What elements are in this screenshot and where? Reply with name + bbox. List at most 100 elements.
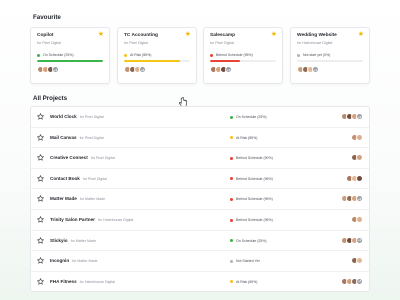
table-row[interactable]: Contact Book for Pixel Digital Behind Sche… xyxy=(31,169,369,190)
project-name-label: Incognin xyxy=(50,258,70,264)
avatar-group xyxy=(346,174,363,182)
status-dot xyxy=(297,53,300,57)
favourite-card[interactable]: Wedding Website for Hatchhouse Digital ★… xyxy=(290,27,370,84)
project-name[interactable]: Matter Made for Matter Made xyxy=(50,196,105,201)
progress-bar xyxy=(210,60,276,62)
project-name-label: Creative Connect xyxy=(50,155,88,161)
project-name[interactable]: FHA Fitness for Hatchhouse Digital xyxy=(50,279,115,284)
all-projects-title: All Projects xyxy=(33,95,68,102)
status-dot xyxy=(230,259,233,263)
table-row[interactable]: FHA Fitness for Hatchhouse Digital At Risk… xyxy=(31,272,369,293)
star-filled-icon[interactable]: ★ xyxy=(271,31,277,38)
avatar-group xyxy=(351,216,363,223)
project-name[interactable]: Stickyio for Matter Made xyxy=(50,238,96,243)
card-status: At Risk (85%) xyxy=(124,53,151,57)
star-filled-icon[interactable]: ★ xyxy=(98,31,104,38)
avatar xyxy=(356,174,363,182)
star-filled-icon[interactable]: ★ xyxy=(185,31,191,38)
card-project-name: Salescamp xyxy=(210,33,236,38)
more-members-badge[interactable]: +3 xyxy=(225,66,232,73)
table-row[interactable]: Creative Connect for Pixel Digital Behind … xyxy=(31,148,369,169)
star-outline-icon[interactable] xyxy=(37,278,44,285)
progress-fill xyxy=(124,60,181,62)
more-members-badge[interactable]: +3 xyxy=(52,66,59,73)
row-status-label: On Schedule (25%) xyxy=(236,238,267,243)
project-name[interactable]: Mail Canvas for Pixel Digital xyxy=(50,135,104,140)
card-status-label: Not start yet (0%) xyxy=(303,53,331,57)
avatar-group: +3 xyxy=(37,66,59,73)
row-status-label: At Risk (65%) xyxy=(236,279,258,284)
row-status: Behind Schedule (90%) xyxy=(230,156,273,160)
progress-bar xyxy=(124,60,190,62)
card-status-label: On Schedule (25%) xyxy=(43,53,74,57)
project-name[interactable]: World Clock for Pixel Digital xyxy=(50,114,104,119)
status-dot xyxy=(230,136,233,140)
avatar-group xyxy=(351,154,363,162)
avatar-group: +3 xyxy=(210,66,232,73)
star-outline-icon[interactable] xyxy=(37,154,44,161)
card-client-name: for Pixel Digital xyxy=(124,41,148,45)
project-client: for Matter Made xyxy=(70,238,96,243)
more-members-badge[interactable]: +3 xyxy=(312,66,319,73)
avatar-group: +3 xyxy=(297,66,319,73)
more-members-badge[interactable]: +3 xyxy=(139,66,146,73)
table-row[interactable]: Stickyio for Matter Made On Schedule (25%)… xyxy=(31,231,369,252)
card-client-name: for Hatchhouse Digital xyxy=(297,41,333,45)
star-outline-icon[interactable] xyxy=(37,113,44,120)
favourite-card[interactable]: TC Accounting for Pixel Digital ★ At Ris… xyxy=(117,27,197,84)
favourite-card[interactable]: Salescamp for Pixel Digital ★ Behind Sch… xyxy=(203,27,283,84)
more-members-badge[interactable]: +3 xyxy=(356,195,363,203)
project-name-label: Matter Made xyxy=(50,196,77,202)
favourite-section-title: Favourite xyxy=(33,14,61,21)
project-name[interactable]: Incognin for Matter Made xyxy=(50,258,98,263)
project-client: for Pixel Digital xyxy=(79,115,104,119)
star-outline-icon[interactable] xyxy=(37,216,44,223)
table-row[interactable]: Mail Canvas for Pixel Digital At Risk (85%… xyxy=(31,128,369,149)
project-client: for Pixel Digital xyxy=(90,156,115,161)
row-status-label: Behind Schedule (95%) xyxy=(236,218,273,222)
star-filled-icon[interactable]: ★ xyxy=(358,31,364,38)
project-name-label: FHA Fitness xyxy=(50,278,77,284)
project-name[interactable]: Contact Book for Pixel Digital xyxy=(50,176,107,181)
more-members-badge[interactable]: +3 xyxy=(356,236,363,244)
favourite-cards: Copilot for Pixel Digital ★ On Schedule … xyxy=(30,27,370,84)
table-row[interactable]: Incognin for Matter Made Not Started Yet xyxy=(31,251,369,272)
card-client-name: for Pixel Digital xyxy=(37,41,61,45)
avatar-group: +3 xyxy=(341,236,363,244)
project-name[interactable]: Creative Connect for Pixel Digital xyxy=(50,155,115,160)
more-members-badge[interactable]: +3 xyxy=(356,277,363,285)
card-status-label: Behind Schedule (95%) xyxy=(216,53,253,57)
project-client: for Hatchhouse Digital xyxy=(79,279,115,284)
row-status: Behind Schedule (95%) xyxy=(230,177,273,181)
row-status: At Risk (65%) xyxy=(230,280,257,284)
row-status-label: Behind Schedule (95%) xyxy=(236,176,273,181)
projects-table: World Clock for Pixel Digital On Schedule … xyxy=(30,106,370,292)
progress-fill xyxy=(37,60,103,62)
table-row[interactable]: Trinity Salon Partner for Hatchhouse Digi… xyxy=(31,210,369,231)
row-status-label: Not Started Yet xyxy=(236,259,260,264)
star-outline-icon[interactable] xyxy=(37,257,44,264)
avatar-group xyxy=(351,133,363,141)
star-outline-icon[interactable] xyxy=(37,236,44,244)
progress-fill xyxy=(210,60,240,62)
avatar-group: +3 xyxy=(341,113,363,120)
row-status: At Risk (85%) xyxy=(230,136,257,140)
project-client: for Matter Made xyxy=(72,259,98,264)
favourite-card[interactable]: Copilot for Pixel Digital ★ On Schedule … xyxy=(30,27,110,84)
project-name[interactable]: Trinity Salon Partner for Hatchhouse Digi… xyxy=(50,217,133,222)
avatar-group: +3 xyxy=(124,66,146,73)
table-row[interactable]: Matter Made for Matter Made Behind Schedul… xyxy=(31,189,369,210)
star-outline-icon[interactable] xyxy=(37,133,44,141)
status-dot xyxy=(230,218,233,222)
project-client: for Pixel Digital xyxy=(82,176,107,181)
progress-bar xyxy=(37,60,103,62)
more-members-badge[interactable]: +3 xyxy=(356,113,363,120)
row-status: Not Started Yet xyxy=(230,259,260,263)
project-client: for Pixel Digital xyxy=(79,135,104,140)
star-outline-icon[interactable] xyxy=(37,195,44,202)
status-dot xyxy=(230,115,233,119)
avatar-group: +3 xyxy=(341,195,363,203)
star-outline-icon[interactable] xyxy=(37,175,44,182)
table-row[interactable]: World Clock for Pixel Digital On Schedule … xyxy=(31,107,369,128)
project-name-label: Trinity Salon Partner xyxy=(50,217,95,222)
